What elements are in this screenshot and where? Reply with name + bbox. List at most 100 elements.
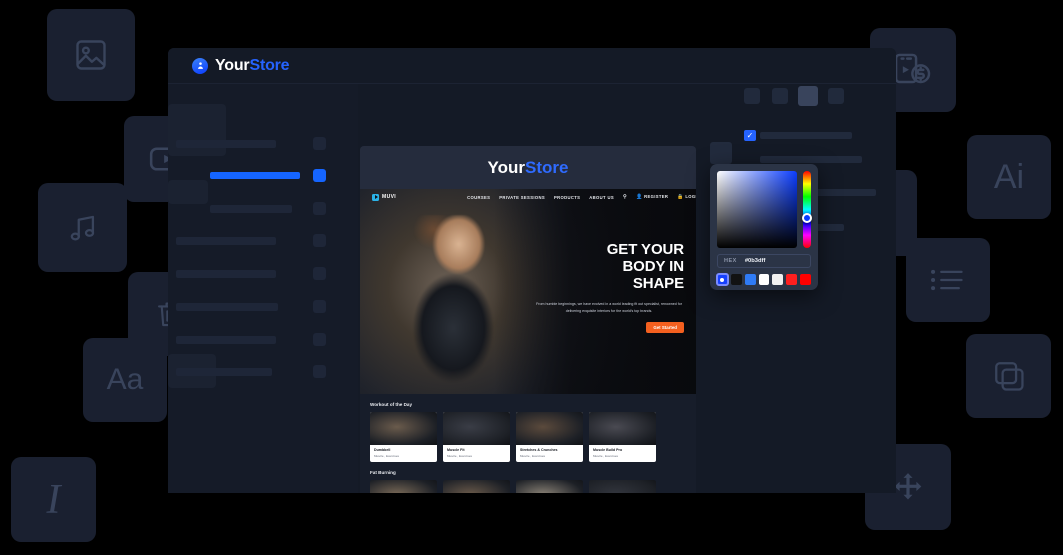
- card-subtitle: Muscle , Exercises: [447, 454, 506, 458]
- card-thumbnail: [516, 412, 583, 445]
- website-preview[interactable]: YourStore MUVI COURSES PRIVATE SESSIONS PR…: [360, 146, 696, 493]
- card-subtitle: Muscle , Exercises: [593, 454, 652, 458]
- content-card[interactable]: Stretches & Crunches Muscle , Exercises: [516, 412, 583, 462]
- bullet-list-icon: [906, 238, 990, 322]
- get-started-button[interactable]: Get Started: [646, 322, 684, 333]
- user-icon: 👤: [636, 194, 643, 200]
- toolbar-button[interactable]: [744, 88, 760, 104]
- color-swatch[interactable]: [717, 274, 728, 285]
- sidebar-toggle[interactable]: [313, 267, 326, 280]
- hex-input-row[interactable]: HEX #0b3dff: [717, 254, 811, 268]
- toolbar-button[interactable]: [828, 88, 844, 104]
- left-sidebar-panel[interactable]: [168, 84, 358, 493]
- card-thumbnail: [370, 412, 437, 445]
- card-row: DumbbellMuscle , ExercisesMuscle FitMusc…: [370, 412, 686, 462]
- person-badge-icon: [192, 58, 208, 74]
- sidebar-row[interactable]: [176, 368, 272, 376]
- sidebar-toggle[interactable]: [313, 333, 326, 346]
- sidebar-row-active[interactable]: [210, 172, 300, 179]
- text-size-icon-glyph: Aa: [107, 365, 144, 395]
- nav-search-icon[interactable]: ⚲: [623, 194, 627, 200]
- color-swatch[interactable]: [731, 274, 742, 285]
- nav-item-products[interactable]: PRODUCTS: [554, 195, 580, 200]
- color-swatch[interactable]: [786, 274, 797, 285]
- app-title-second: Store: [249, 57, 289, 74]
- sidebar-row[interactable]: [176, 336, 276, 344]
- color-picker-popover[interactable]: HEX #0b3dff: [710, 164, 818, 290]
- preview-title-second: Store: [525, 158, 568, 177]
- sidebar-row[interactable]: [176, 140, 276, 148]
- content-card[interactable]: Muscle Fit Muscle , Exercises: [443, 412, 510, 462]
- preview-title-first: Your: [488, 158, 525, 177]
- saturation-value-area[interactable]: [717, 171, 797, 248]
- toolbar-button[interactable]: [772, 88, 788, 104]
- layers-copy-icon: [966, 334, 1051, 418]
- content-card[interactable]: [589, 480, 656, 493]
- color-picker-top: [717, 171, 811, 248]
- italic-icon: I: [11, 457, 96, 542]
- color-swatch-row[interactable]: [717, 274, 811, 285]
- app-brand: YourStore: [192, 57, 289, 75]
- card-meta: Muscle Fit Muscle , Exercises: [443, 445, 510, 462]
- color-swatch[interactable]: [800, 274, 811, 285]
- content-section: Fat Burning: [360, 462, 696, 493]
- content-card[interactable]: [516, 480, 583, 493]
- sidebar-toggle-active[interactable]: [313, 169, 326, 182]
- preview-navbar[interactable]: MUVI COURSES PRIVATE SESSIONS PRODUCTS ABOU…: [360, 189, 696, 205]
- card-title: Stretches & Crunches: [520, 448, 579, 452]
- panel-block: [168, 104, 226, 156]
- card-thumbnail: [443, 412, 510, 445]
- editor-topbar: YourStore: [168, 48, 896, 84]
- hue-slider-thumb[interactable]: [802, 213, 812, 223]
- checkbox-checked-icon[interactable]: ✓: [744, 130, 756, 141]
- panel-thumb[interactable]: [710, 142, 732, 164]
- sidebar-toggle[interactable]: [313, 365, 326, 378]
- sidebar-row[interactable]: [210, 205, 292, 213]
- hero-title: GET YOUR BODY IN SHAPE: [534, 241, 684, 292]
- site-logo[interactable]: MUVI: [372, 194, 396, 201]
- card-title: Muscle Build Pro: [593, 448, 652, 452]
- hex-input[interactable]: #0b3dff: [745, 258, 766, 264]
- content-card[interactable]: [443, 480, 510, 493]
- nav-item-courses[interactable]: COURSES: [467, 195, 490, 200]
- content-section: Workout of the DayDumbbellMuscle , Exerc…: [360, 394, 696, 462]
- card-title: Muscle Fit: [447, 448, 506, 452]
- sidebar-row[interactable]: [176, 270, 276, 278]
- card-thumbnail: [589, 412, 656, 445]
- card-subtitle: Muscle , Exercises: [520, 454, 579, 458]
- card-subtitle: Muscle , Exercises: [374, 454, 433, 458]
- hex-label: HEX: [724, 258, 737, 264]
- color-swatch[interactable]: [759, 274, 770, 285]
- content-card[interactable]: Dumbbell Muscle , Exercises: [370, 412, 437, 462]
- panel-block: [168, 180, 208, 204]
- card-meta: Muscle Build Pro Muscle , Exercises: [589, 445, 656, 462]
- music-note-icon: [38, 183, 127, 272]
- color-swatch[interactable]: [772, 274, 783, 285]
- sidebar-row[interactable]: [176, 303, 278, 311]
- hero-title-line-1: GET YOUR: [534, 241, 684, 258]
- preview-content-sections: Workout of the DayDumbbellMuscle , Exerc…: [360, 394, 696, 493]
- hue-slider[interactable]: [803, 171, 811, 248]
- sidebar-toggle[interactable]: [313, 202, 326, 215]
- image-icon: [47, 9, 135, 101]
- panel-row: [760, 132, 852, 139]
- card-meta: Stretches & Crunches Muscle , Exercises: [516, 445, 583, 462]
- nav-item-login[interactable]: 🔒 LOGIN: [677, 194, 696, 200]
- hero-title-line-3: SHAPE: [534, 275, 684, 292]
- sidebar-toggle[interactable]: [313, 137, 326, 150]
- card-title: Dumbbell: [374, 448, 433, 452]
- lock-icon: 🔒: [677, 194, 684, 200]
- content-card[interactable]: Muscle Build Pro Muscle , Exercises: [589, 412, 656, 462]
- nav-item-about-us[interactable]: ABOUT US: [589, 195, 614, 200]
- nav-item-label: LOGIN: [685, 194, 696, 199]
- sidebar-toggle[interactable]: [313, 300, 326, 313]
- panel-row: [760, 156, 862, 163]
- card-thumbnail: [370, 480, 437, 493]
- toolbar-button[interactable]: [798, 86, 818, 106]
- content-card[interactable]: [370, 480, 437, 493]
- sidebar-row[interactable]: [176, 237, 276, 245]
- nav-item-register[interactable]: 👤 REGISTER: [636, 194, 668, 200]
- sidebar-toggle[interactable]: [313, 234, 326, 247]
- color-swatch[interactable]: [745, 274, 756, 285]
- nav-item-private-sessions[interactable]: PRIVATE SESSIONS: [499, 195, 545, 200]
